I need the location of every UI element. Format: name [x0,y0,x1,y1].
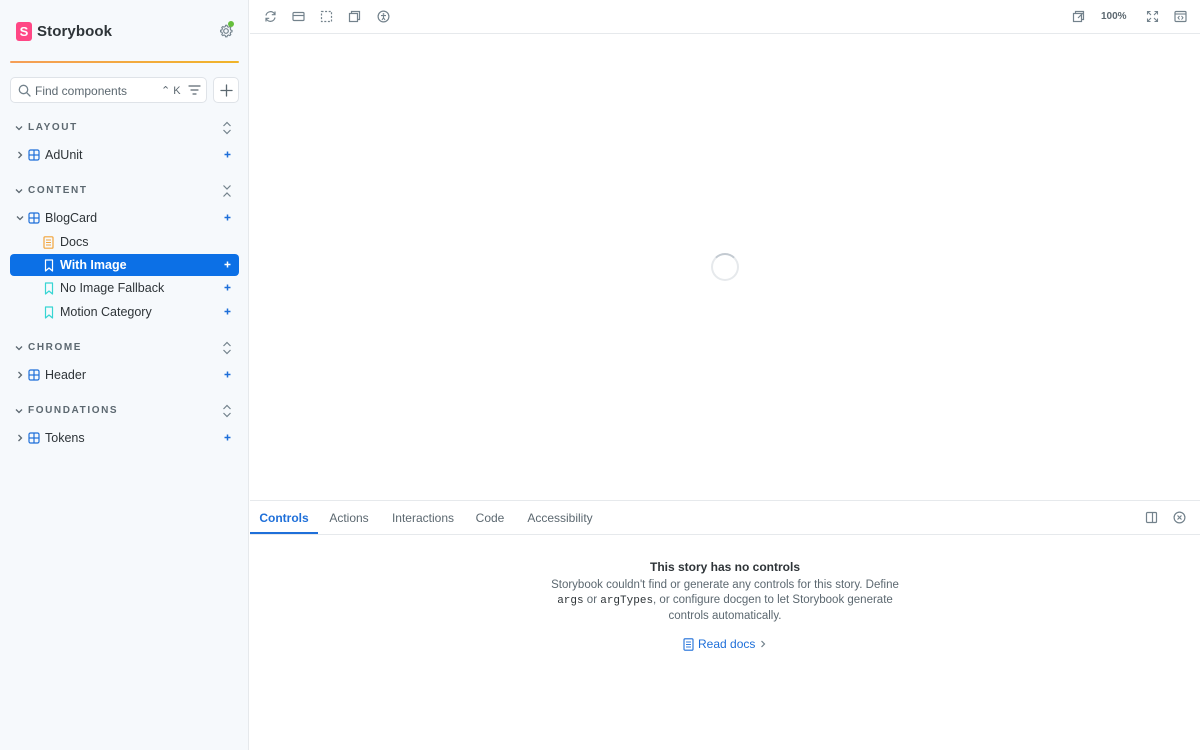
component-icon [28,212,40,224]
create-story-button[interactable] [213,77,239,103]
search-shortcut: ⌃ K [161,85,181,97]
story-canvas[interactable] [250,34,1200,500]
search-icon [18,84,31,97]
settings-button[interactable] [217,21,235,40]
add-story-icon[interactable] [222,369,233,380]
item-label: Header [45,368,86,382]
filter-icon[interactable] [188,84,201,96]
accessibility-icon[interactable] [377,10,390,23]
story-with-image[interactable]: With Image [10,254,239,276]
item-label: Motion Category [60,305,152,319]
bookmark-icon [44,306,54,319]
plus-icon [219,83,233,97]
sidebar: S Storybook Find components ⌃ K LAYOUT A… [0,0,249,750]
item-label: With Image [60,258,127,272]
item-label: BlogCard [45,211,98,225]
search-input[interactable]: Find components ⌃ K [10,77,207,103]
chevron-down-icon [15,346,23,351]
zoom-level[interactable]: 100% [1101,11,1127,22]
outline-icon[interactable] [320,10,333,23]
chevron-down-icon [16,216,24,221]
item-label: Tokens [45,431,85,445]
close-icon[interactable] [1173,511,1186,524]
add-story-icon[interactable] [222,432,233,443]
group-layout[interactable]: LAYOUT [10,118,239,138]
loading-spinner [711,253,739,281]
chevron-right-icon [761,640,766,648]
component-icon [28,432,40,444]
item-label: No Image Fallback [60,281,165,295]
expand-all-icon[interactable] [221,340,233,356]
document-icon [43,236,54,249]
chevron-right-icon [18,371,23,379]
chevron-right-icon [18,151,23,159]
story-no-image-fallback[interactable]: No Image Fallback [10,277,239,299]
group-label: CONTENT [28,185,88,196]
tab-code[interactable]: Code [468,501,512,534]
item-label: AdUnit [45,148,83,162]
chevron-down-icon [15,409,23,414]
add-story-icon[interactable] [222,282,233,293]
addons-panel: Controls Actions Interactions Code Acces… [250,500,1200,751]
document-icon [683,637,694,651]
tab-accessibility[interactable]: Accessibility [518,501,602,534]
component-header[interactable]: Header [10,364,239,386]
component-adunit[interactable]: AdUnit [10,144,239,166]
expand-all-icon[interactable] [221,120,233,136]
add-story-icon[interactable] [222,259,233,270]
args-code: args [557,595,584,607]
component-icon [28,369,40,381]
story-motion-category[interactable]: Motion Category [10,301,239,323]
update-status-dot [228,21,234,27]
toolbar: 100% [250,0,1200,34]
open-new-tab-icon[interactable] [1072,10,1085,23]
chevron-down-icon [15,189,23,194]
item-label: Docs [60,235,89,249]
group-chrome[interactable]: CHROME [10,338,239,358]
group-label: FOUNDATIONS [28,405,119,416]
group-label: LAYOUT [28,122,78,133]
share-icon[interactable] [1174,10,1187,23]
empty-state-description: Storybook couldn't find or generate any … [551,579,899,622]
chevron-right-icon [18,434,23,442]
search-placeholder: Find components [35,84,128,98]
expand-all-icon[interactable] [221,403,233,419]
panel-orientation-icon[interactable] [1145,511,1158,524]
group-content[interactable]: CONTENT [10,181,239,201]
bookmark-icon [44,282,54,295]
tab-interactions[interactable]: Interactions [384,501,462,534]
tab-controls[interactable]: Controls [250,501,318,534]
component-blogcard[interactable]: BlogCard [10,207,239,229]
collapse-all-icon[interactable] [221,183,233,199]
addon-tabs: Controls Actions Interactions Code Acces… [250,501,1200,535]
fullscreen-icon[interactable] [1146,10,1159,23]
brand-name: Storybook [37,22,113,40]
bookmark-icon [44,259,54,272]
component-icon [28,149,40,161]
add-story-icon[interactable] [222,306,233,317]
empty-state-title: This story has no controls [649,560,801,574]
group-label: CHROME [28,342,83,353]
group-foundations[interactable]: FOUNDATIONS [10,401,239,421]
storybook-logo: S [16,21,32,41]
add-story-icon[interactable] [222,212,233,223]
docs-blogcard[interactable]: Docs [10,231,239,253]
chevron-down-icon [15,126,23,131]
background-icon[interactable] [348,10,361,23]
component-tokens[interactable]: Tokens [10,427,239,449]
brand[interactable]: S Storybook [16,21,112,41]
add-story-icon[interactable] [222,149,233,160]
grid-icon[interactable] [292,10,305,23]
read-docs-link[interactable]: Read docs [683,636,767,652]
tab-actions[interactable]: Actions [320,501,378,534]
reload-icon[interactable] [264,10,277,23]
brand-divider [10,61,239,63]
read-docs-label: Read docs [698,637,756,651]
argtypes-code: argTypes [600,595,654,607]
